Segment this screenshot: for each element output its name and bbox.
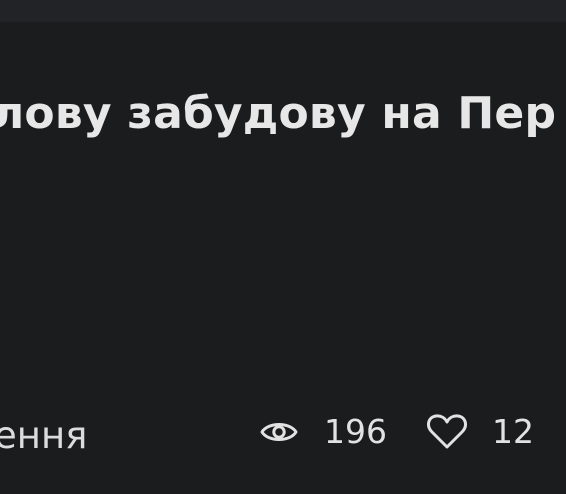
article-category[interactable]: ення [0, 414, 87, 457]
article-title[interactable]: лову забудову на Пер [0, 88, 556, 139]
eye-icon [260, 419, 298, 445]
heart-icon[interactable] [426, 413, 468, 451]
top-bar [0, 0, 566, 22]
views-counter: 196 [260, 410, 387, 454]
likes-counter[interactable]: 12 [426, 410, 534, 454]
likes-count: 12 [492, 412, 534, 451]
views-count: 196 [324, 412, 387, 451]
